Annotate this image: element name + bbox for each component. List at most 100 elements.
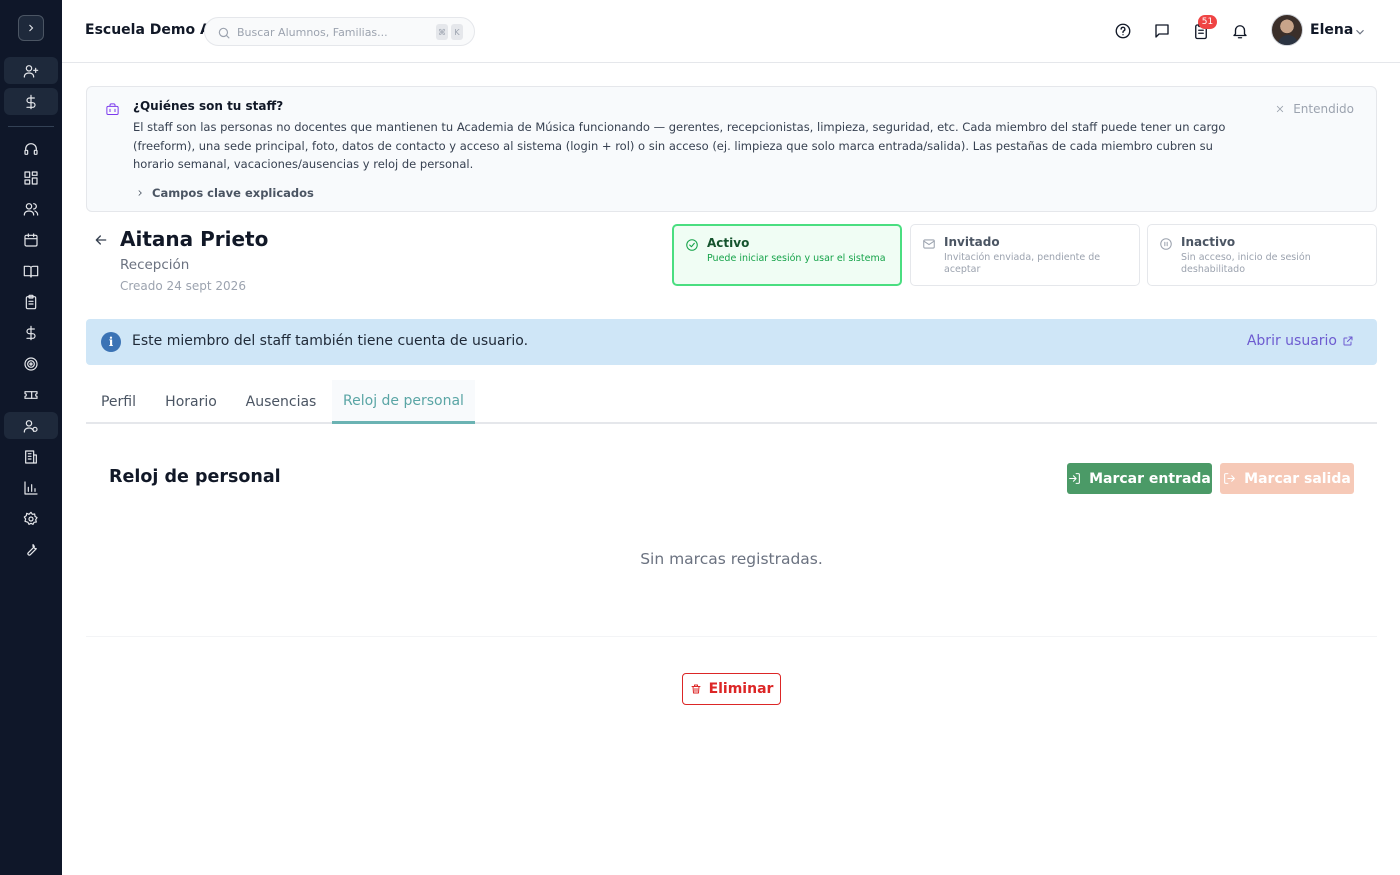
dismiss-label: Entendido: [1293, 102, 1354, 116]
status-title: Inactivo: [1181, 235, 1236, 249]
status-description: Puede iniciar sesión y usar el sistema: [707, 253, 886, 264]
bell-icon: [1233, 25, 1247, 39]
log-in-icon: [1069, 473, 1081, 484]
sidebar-item-tools[interactable]: [4, 536, 58, 563]
status-option-active[interactable]: Activo Puede iniciar sesión y usar el si…: [672, 224, 902, 286]
headset-icon: [24, 142, 38, 155]
sidebar-item-goals[interactable]: [4, 350, 58, 377]
trash-icon: [691, 684, 701, 694]
user-plus-icon: [23, 64, 39, 78]
school-name[interactable]: Escuela Demo A: [85, 22, 211, 38]
status-title: Invitado: [944, 235, 1000, 249]
sidebar-item-payments[interactable]: [4, 319, 58, 346]
open-user-label: Abrir usuario: [1246, 333, 1337, 349]
staff-tabs: Perfil Horario Ausencias Reloj de person…: [86, 380, 1377, 424]
staff-icon: [23, 419, 38, 433]
dollar-icon: [26, 94, 36, 109]
dollar-icon: [26, 325, 36, 340]
external-link-icon: [1343, 336, 1353, 346]
clock-section-title: Reloj de personal: [109, 467, 281, 487]
status-description: Invitación enviada, pendiente de aceptar: [944, 252, 1101, 275]
sidebar-item-lessons[interactable]: [4, 257, 58, 284]
delete-button[interactable]: Eliminar: [682, 673, 781, 705]
clipboard-icon: [25, 294, 37, 309]
tasks-count-badge: 51: [1198, 15, 1217, 29]
info-body: El staff son las personas no docentes qu…: [133, 120, 1226, 171]
log-out-icon: [1224, 473, 1236, 484]
notifications-button[interactable]: [1230, 21, 1250, 41]
tab-reloj-de-personal[interactable]: Reloj de personal: [332, 380, 475, 424]
clock-out-button[interactable]: Marcar salida: [1220, 463, 1354, 494]
sidebar-item-billing[interactable]: [4, 88, 58, 115]
sidebar-item-staff[interactable]: [4, 412, 58, 439]
sidebar-item-calendar[interactable]: [4, 226, 58, 253]
chevron-right-icon: [138, 190, 142, 196]
staff-info-panel: ¿Quiénes son tu staff? El staff son las …: [86, 86, 1377, 212]
info-icon: i: [101, 332, 121, 352]
message-icon: [1155, 24, 1169, 38]
dashboard-icon: [24, 170, 38, 185]
tab-perfil[interactable]: Perfil: [86, 380, 151, 424]
tab-ausencias[interactable]: Ausencias: [232, 380, 330, 424]
clock-in-label: Marcar entrada: [1089, 470, 1211, 487]
open-user-link[interactable]: Abrir usuario: [1247, 333, 1354, 349]
kbd-k: K: [451, 24, 463, 40]
sidebar-item-dashboard[interactable]: [4, 164, 58, 191]
top-bar: Escuela Demo A ⌘ K 51 Elena: [62, 0, 1400, 63]
tab-horario[interactable]: Horario: [152, 380, 230, 424]
status-description: Sin acceso, inicio de sesión deshabilita…: [1181, 252, 1311, 275]
staff-name: Aitana Prieto: [120, 227, 269, 251]
sidebar-item-tasks[interactable]: [4, 288, 58, 315]
ticket-icon: [24, 390, 38, 399]
info-title: ¿Quiénes son tu staff?: [133, 99, 284, 113]
kbd-cmd: ⌘: [436, 24, 448, 40]
help-button[interactable]: [1113, 21, 1133, 41]
status-option-invited[interactable]: Invitado Invitación enviada, pendiente d…: [910, 224, 1140, 286]
calendar-icon: [24, 232, 38, 247]
chevron-down-icon[interactable]: [1353, 24, 1367, 43]
arrow-left-icon: [95, 235, 107, 245]
staff-created-date: Creado 24 sept 2026: [120, 279, 246, 293]
user-account-alert: i Este miembro del staff también tiene c…: [86, 319, 1377, 365]
status-title: Activo: [707, 236, 750, 250]
key-fields-toggle[interactable]: Campos clave explicados: [135, 186, 314, 200]
mail-icon: [922, 236, 936, 255]
search-input[interactable]: [237, 23, 427, 41]
help-circle-icon: [1115, 23, 1131, 39]
clock-out-label: Marcar salida: [1244, 470, 1351, 487]
alert-text: Este miembro del staff también tiene cue…: [132, 333, 529, 349]
sidebar-item-support[interactable]: [4, 135, 58, 162]
building-icon: [25, 449, 37, 464]
clock-in-button[interactable]: Marcar entrada: [1067, 463, 1212, 494]
users-icon: [23, 202, 39, 216]
check-circle-icon: [685, 237, 699, 256]
sidebar-toggle-button[interactable]: [18, 15, 44, 41]
sidebar: [0, 0, 62, 875]
sidebar-item-reports[interactable]: [4, 474, 58, 501]
search-box[interactable]: ⌘ K: [204, 17, 475, 46]
sidebar-divider: [8, 126, 54, 127]
sidebar-item-add-student[interactable]: [4, 57, 58, 84]
sidebar-item-events[interactable]: [4, 381, 58, 408]
book-icon: [23, 265, 39, 278]
pause-circle-icon: [1159, 236, 1173, 255]
user-name[interactable]: Elena: [1310, 22, 1353, 38]
chevron-right-icon: [29, 24, 34, 32]
back-button[interactable]: [93, 232, 109, 252]
divider: [86, 636, 1377, 637]
key-fields-label: Campos clave explicados: [152, 186, 314, 200]
sidebar-item-students[interactable]: [4, 195, 58, 222]
sidebar-item-settings[interactable]: [4, 505, 58, 532]
delete-label: Eliminar: [708, 681, 774, 697]
messages-button[interactable]: [1152, 21, 1172, 41]
close-icon: [1276, 105, 1284, 113]
status-option-inactive[interactable]: Inactivo Sin acceso, inicio de sesión de…: [1147, 224, 1377, 286]
empty-state-text: Sin marcas registradas.: [640, 550, 823, 568]
staff-role: Recepción: [120, 257, 190, 273]
search-icon: [217, 25, 231, 44]
wrench-icon: [27, 543, 37, 556]
dismiss-button[interactable]: Entendido: [1275, 102, 1354, 116]
chart-icon: [24, 480, 38, 495]
sidebar-item-locations[interactable]: [4, 443, 58, 470]
avatar[interactable]: [1271, 14, 1303, 46]
